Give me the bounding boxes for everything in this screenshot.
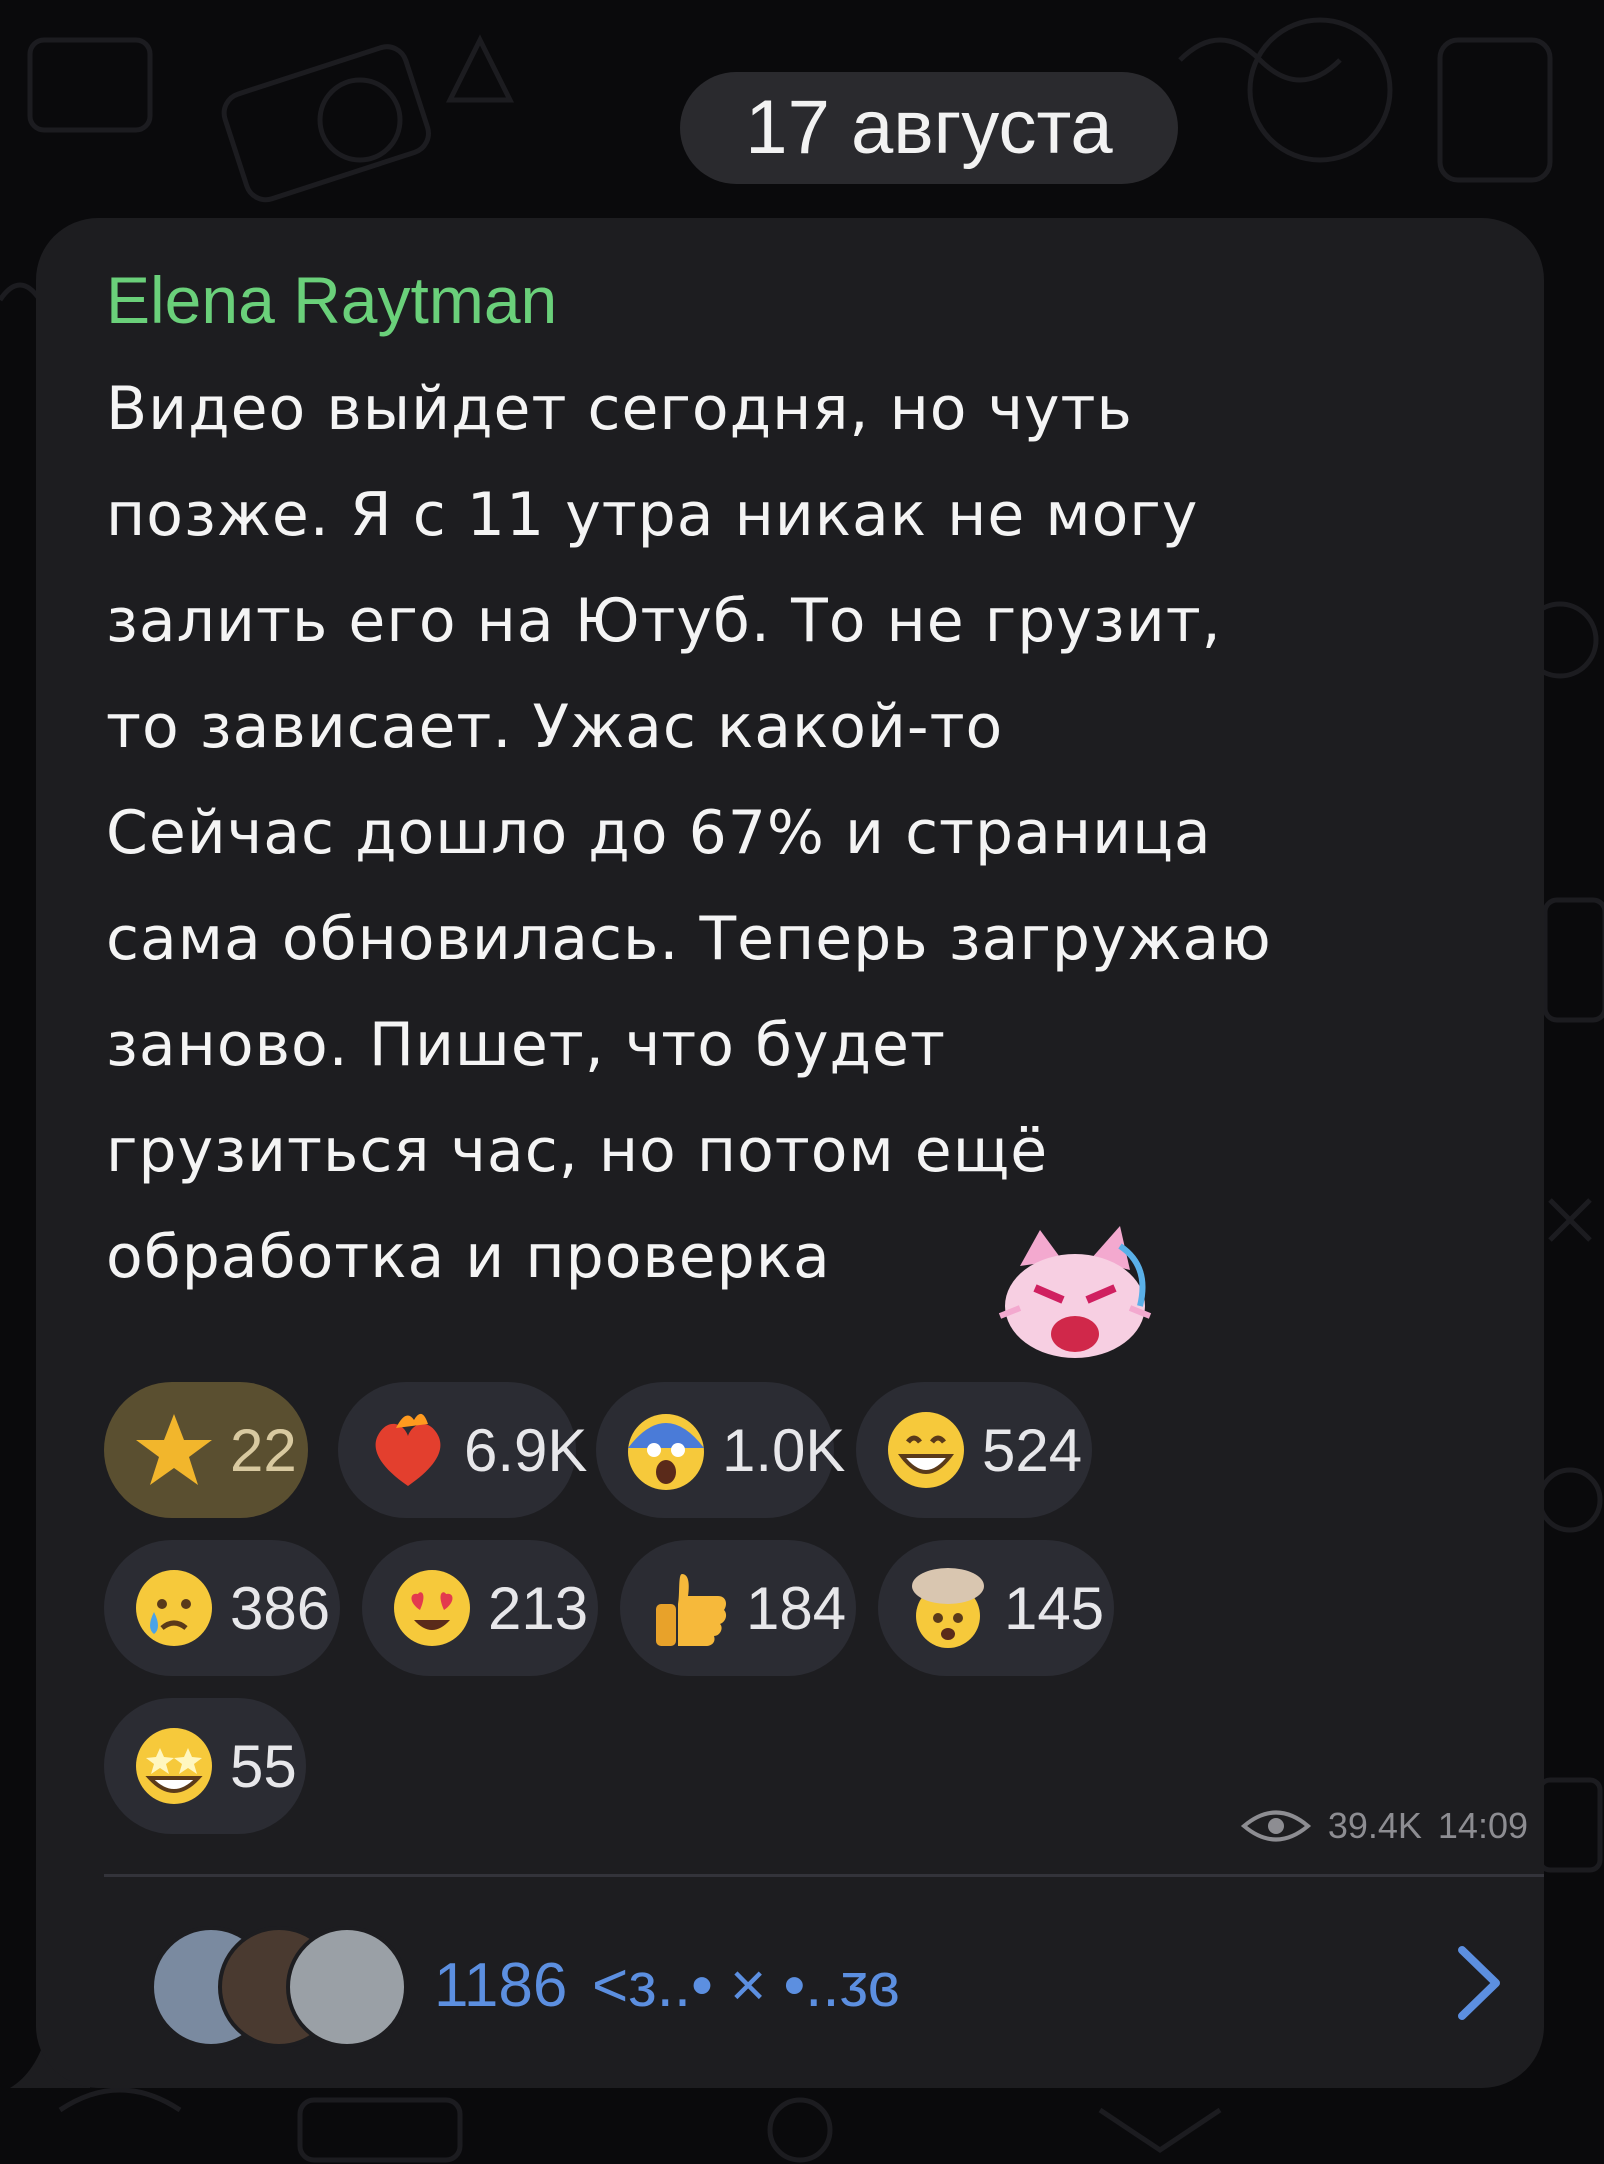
- post-text-line: Видео выйдет сегодня, но чуть: [106, 374, 1133, 444]
- post-author[interactable]: Elena Raytman: [106, 260, 557, 340]
- reactions-bar: 22 6.9K 1.0K 524 386 213 184 145 55: [92, 1382, 1492, 1852]
- channel-post-bubble[interactable]: Elena Raytman Видео выйдет сегодня, но ч…: [36, 218, 1544, 2088]
- post-time: 14:09: [1437, 1805, 1528, 1846]
- post-text-line: то зависает. Ужас какой-то: [106, 692, 1004, 762]
- reaction-count: 386: [230, 1574, 331, 1642]
- avatar: [286, 1926, 408, 2048]
- reaction-grinning[interactable]: 524: [856, 1382, 1092, 1518]
- heart-on-fire-icon: [375, 1413, 441, 1486]
- star-icon: [136, 1414, 212, 1485]
- reaction-thumbs-up[interactable]: 184: [620, 1540, 856, 1676]
- reaction-count: 55: [230, 1732, 297, 1800]
- comments-divider: [104, 1874, 1544, 1877]
- commenter-avatars: [150, 1926, 410, 2056]
- heart-eyes-face-icon: [394, 1570, 470, 1646]
- reaction-count: 6.9K: [464, 1416, 588, 1484]
- reaction-count: 184: [746, 1574, 847, 1642]
- views-eye-icon: [1240, 1810, 1311, 1842]
- crying-face-icon: [136, 1570, 212, 1646]
- post-text-line: залить его на Ютуб. То не грузит,: [106, 586, 1222, 656]
- comments-count[interactable]: 1186: [434, 1946, 567, 2026]
- reaction-heart-on-fire[interactable]: 6.9K: [338, 1382, 587, 1518]
- grinning-face-icon: [888, 1412, 964, 1488]
- post-text-line: грузиться час, но потом ещё: [106, 1116, 1049, 1186]
- reaction-count: 524: [982, 1416, 1083, 1484]
- comments-decoration: <ᴈ..• × •..ᴣɞ: [592, 1951, 900, 2020]
- reaction-exploding-head[interactable]: 145: [878, 1540, 1114, 1676]
- reaction-screaming[interactable]: 1.0K: [596, 1382, 845, 1518]
- reaction-crying[interactable]: 386: [104, 1540, 340, 1676]
- post-text-line: обработка и проверка: [106, 1222, 831, 1292]
- exploding-head-icon: [912, 1568, 984, 1648]
- post-text-line: Сейчас дошло до 67% и страница: [106, 798, 1212, 868]
- reaction-star-struck[interactable]: 55: [104, 1698, 306, 1834]
- post-meta: 39.4K 14:09: [1088, 1796, 1528, 1856]
- post-text-line: заново. Пишет, что будет: [106, 1010, 946, 1080]
- reaction-count: 22: [230, 1416, 297, 1484]
- reaction-count: 1.0K: [722, 1416, 846, 1484]
- reaction-star[interactable]: 22: [104, 1382, 308, 1518]
- date-separator: 17 августа: [680, 72, 1178, 184]
- comments-button[interactable]: 1186 <ᴈ..• × •..ᴣɞ: [104, 1904, 1524, 2054]
- angry-cat-sticker-icon[interactable]: [980, 1226, 1166, 1364]
- screaming-face-icon: [628, 1414, 704, 1490]
- chevron-right-icon[interactable]: [1444, 1938, 1514, 2028]
- reaction-count: 145: [1004, 1574, 1105, 1642]
- reaction-heart-eyes[interactable]: 213: [362, 1540, 598, 1676]
- thumbs-up-icon: [656, 1574, 727, 1646]
- post-text-line: позже. Я с 11 утра никак не могу: [106, 480, 1199, 550]
- reaction-count: 213: [488, 1574, 589, 1642]
- post-text-line: сама обновилась. Теперь загружаю: [106, 904, 1272, 974]
- views-count: 39.4K: [1327, 1805, 1422, 1846]
- star-struck-face-icon: [136, 1728, 212, 1804]
- post-text: Видео выйдет сегодня, но чуть позже. Я с…: [106, 356, 1506, 1310]
